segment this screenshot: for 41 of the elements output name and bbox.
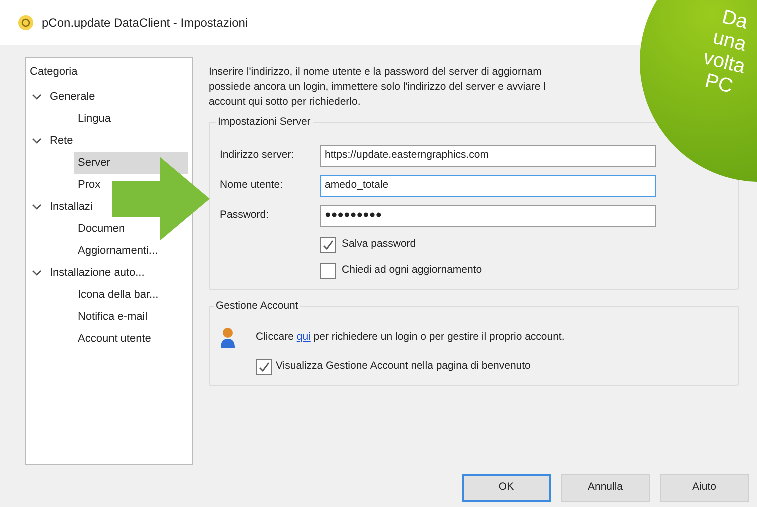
input-field[interactable]: https://update.easterngraphics.com (320, 145, 656, 167)
field-label: Indirizzo server: (220, 148, 296, 164)
checkbox-label: Visualizza Gestione Account nella pagina di benvenuto (276, 359, 531, 374)
tree-item[interactable]: Lingua (74, 108, 114, 130)
window-title: pCon.update DataClient - Impostazioni (42, 14, 248, 32)
tree-item[interactable]: Documen (74, 218, 128, 240)
checkmark-icon (322, 240, 334, 250)
checkbox[interactable] (320, 263, 336, 279)
badge-text: Da (720, 6, 750, 34)
dialog-button[interactable]: Aiuto (660, 474, 749, 502)
app-icon (18, 14, 34, 30)
checkmark-icon (258, 362, 270, 372)
chevron-icon[interactable] (32, 138, 42, 144)
intro-text: Inserire l'indirizzo, il nome utente e la password del server di aggiornam possiede ancora un login, immettere solo l'indirizzo del server e avviare l account qui sotto per richiederlo. (209, 65, 546, 110)
tree-heading: Categoria (29, 65, 79, 80)
account-text: Cliccare qui per richiedere un login o per gestire il proprio account. (256, 330, 565, 346)
tree-item[interactable]: Account utente (74, 328, 154, 350)
tree-item[interactable]: Rete (26, 130, 76, 152)
tree-item[interactable]: Icona della bar... (74, 284, 161, 306)
chevron-icon[interactable] (32, 94, 42, 100)
tree-item[interactable]: Aggiornamenti... (74, 240, 160, 262)
checkbox[interactable] (320, 237, 336, 253)
tree-item[interactable]: Installazi (26, 196, 95, 218)
field-label: Password: (220, 208, 270, 224)
user-icon (220, 327, 236, 349)
dialog-button[interactable]: OK (462, 474, 551, 502)
tree-item[interactable]: Server (74, 152, 188, 174)
tree-item[interactable]: Notifica e-mail (74, 306, 150, 328)
chevron-icon[interactable] (32, 270, 42, 276)
tree-item[interactable]: Installazione auto... (26, 262, 147, 284)
dialog-button[interactable]: Annulla (561, 474, 650, 502)
checkbox[interactable] (256, 359, 272, 375)
tree-item[interactable]: Prox (74, 174, 103, 196)
input-field[interactable]: ●●●●●●●●● (320, 205, 656, 227)
checkbox-label: Salva password (342, 237, 416, 252)
field-label: Nome utente: (220, 178, 284, 194)
here-link[interactable]: qui (296, 331, 311, 344)
input-field[interactable]: amedo_totale (320, 175, 656, 197)
chevron-icon[interactable] (32, 204, 42, 210)
checkbox-label: Chiedi ad ogni aggiornamento (342, 263, 482, 278)
tree-item[interactable]: Generale (26, 86, 98, 108)
